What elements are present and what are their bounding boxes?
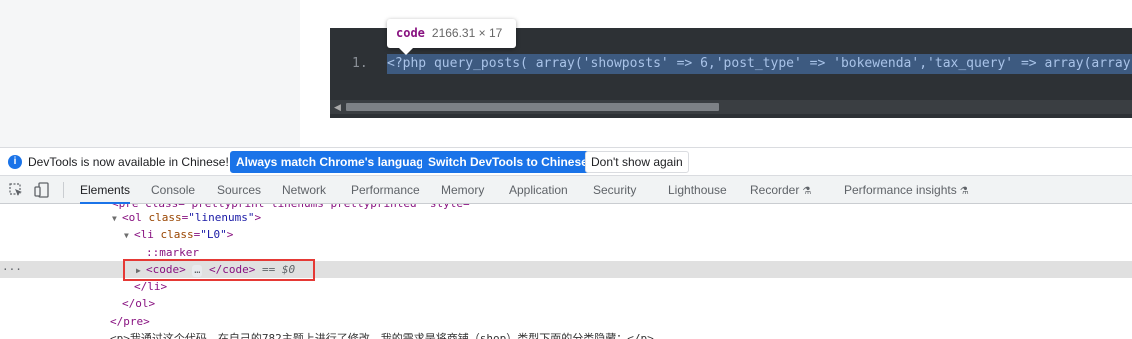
tooltip-tag-name: code xyxy=(396,26,425,40)
tab-performance[interactable]: Performance xyxy=(351,176,420,204)
toolbar-divider xyxy=(63,182,64,198)
tab-application[interactable]: Application xyxy=(509,176,568,204)
scrollbar-thumb[interactable] xyxy=(346,103,719,111)
ol-attr-value: "linenums" xyxy=(188,211,255,224)
element-inspect-tooltip: code 2166.31 × 17 xyxy=(387,19,516,55)
info-icon: i xyxy=(8,155,22,169)
device-toolbar-icon[interactable] xyxy=(34,182,50,198)
row-more-options-icon[interactable]: ··· xyxy=(2,261,22,278)
li-attr-name: class xyxy=(160,228,194,241)
dom-row-p[interactable]: <p>我通过这个代码，在自己的782主题上进行了修改，我的需求是将商铺（shop… xyxy=(0,330,1132,339)
ol-attr-name: class xyxy=(148,211,182,224)
tab-lighthouse[interactable]: Lighthouse xyxy=(668,176,727,204)
tab-recorder[interactable]: Recorder ⚗ xyxy=(750,176,811,204)
experimental-flask-icon: ⚗ xyxy=(802,186,812,197)
ol-tag: <ol xyxy=(122,211,142,224)
dom-row-ol[interactable]: ▼ <ol class="linenums"> xyxy=(0,209,1132,226)
switch-to-chinese-button[interactable]: Switch DevTools to Chinese xyxy=(422,151,594,173)
tab-security[interactable]: Security xyxy=(593,176,636,204)
ol-close-tag: </ol> xyxy=(122,297,156,310)
tooltip-arrow xyxy=(399,48,413,55)
tab-performance-insights[interactable]: Performance insights ⚗ xyxy=(844,176,969,204)
tab-console[interactable]: Console xyxy=(151,176,195,204)
experimental-flask-icon: ⚗ xyxy=(959,186,969,197)
tab-elements[interactable]: Elements xyxy=(80,176,131,204)
dont-show-again-button[interactable]: Don't show again xyxy=(585,151,689,173)
tab-performance-insights-label: Performance insights xyxy=(844,183,957,197)
tooltip-dimensions: 2166.31 × 17 xyxy=(431,26,503,40)
tab-memory[interactable]: Memory xyxy=(441,176,484,204)
page-viewport: 1. <?php query_posts( array('showposts' … xyxy=(0,0,1132,147)
tab-network[interactable]: Network xyxy=(282,176,326,204)
p-element-text: <p>我通过这个代码，在自己的782主题上进行了修改，我的需求是将商铺（shop… xyxy=(110,332,654,339)
tab-sources[interactable]: Sources xyxy=(217,176,261,204)
collapse-triangle-icon[interactable]: ▼ xyxy=(112,210,122,227)
line-number: 1. xyxy=(352,56,368,71)
collapse-triangle-icon[interactable]: ▼ xyxy=(124,227,134,244)
select-element-icon[interactable] xyxy=(9,183,23,197)
infobar-message: DevTools is now available in Chinese! xyxy=(28,155,229,169)
tab-recorder-label: Recorder xyxy=(750,183,800,197)
code-horizontal-scrollbar[interactable]: ◀ xyxy=(330,100,1132,114)
code-line: 1. <?php query_posts( array('showposts' … xyxy=(330,54,1132,74)
language-infobar: i DevTools is now available in Chinese! … xyxy=(0,147,1132,176)
li-attr-value: "L0" xyxy=(200,228,227,241)
li-tag: <li xyxy=(134,228,154,241)
always-match-language-button[interactable]: Always match Chrome's language xyxy=(230,151,437,173)
dom-row-pre-close[interactable]: </pre> xyxy=(0,313,1132,330)
dom-row-ol-close[interactable]: </ol> xyxy=(0,295,1132,312)
devtools-tabbar: Elements Console Sources Network Perform… xyxy=(0,176,1132,204)
red-highlight-annotation xyxy=(123,259,315,281)
scroll-left-arrow-icon[interactable]: ◀ xyxy=(334,102,341,113)
page-left-gutter xyxy=(0,0,300,147)
highlighted-code-text: <?php query_posts( array('showposts' => … xyxy=(387,54,1132,74)
dom-row-li[interactable]: ▼ <li class="L0"> xyxy=(0,226,1132,243)
pre-close-tag: </pre> xyxy=(110,315,150,328)
